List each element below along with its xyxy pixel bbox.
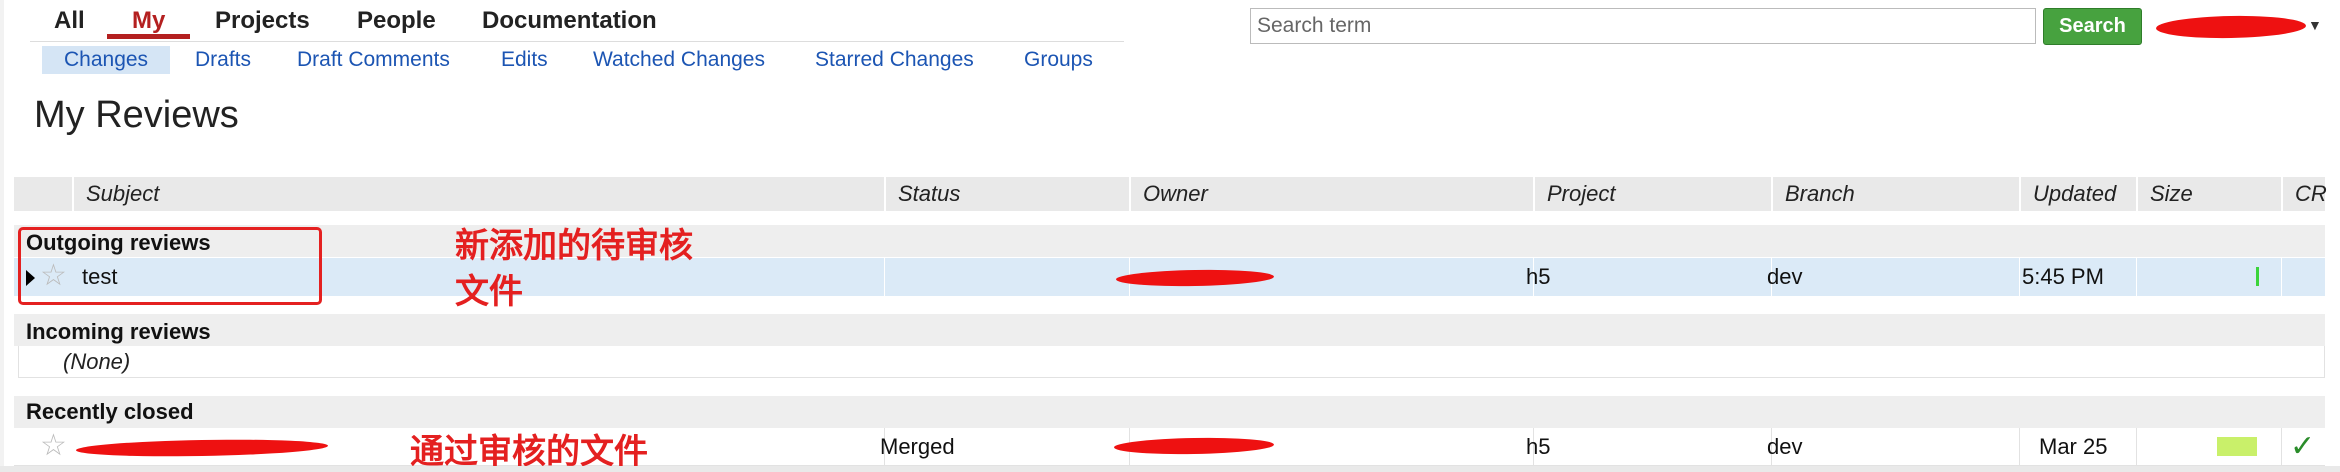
redacted-owner[interactable] <box>1113 436 1275 456</box>
size-indicator <box>2217 437 2257 456</box>
table-row[interactable]: ☆ test h5 dev 5:45 PM <box>14 258 2325 296</box>
top-tab-people[interactable]: People <box>357 6 436 36</box>
top-tab-projects[interactable]: Projects <box>215 6 310 36</box>
star-outline-icon[interactable]: ☆ <box>40 428 67 464</box>
annotation-highlight-box <box>18 227 322 305</box>
sub-tab-watched-changes[interactable]: Watched Changes <box>593 46 765 74</box>
search-input[interactable] <box>1250 8 2036 44</box>
change-status: Merged <box>880 434 955 459</box>
annotation-new-pending-line2: 文件 <box>455 272 523 312</box>
column-header-cr[interactable]: CR <box>2281 177 2327 211</box>
change-branch[interactable]: dev <box>1767 258 1802 296</box>
column-header-size[interactable]: Size <box>2136 177 2281 211</box>
sub-tab-draft-comments[interactable]: Draft Comments <box>297 46 450 74</box>
active-tab-indicator <box>107 34 190 39</box>
column-header-branch[interactable]: Branch <box>1771 177 2019 211</box>
window-left-edge <box>0 0 4 472</box>
change-branch[interactable]: dev <box>1767 428 1802 466</box>
incoming-empty-row: (None) <box>18 346 2325 378</box>
sub-tab-drafts[interactable]: Drafts <box>195 46 251 74</box>
chevron-down-icon[interactable]: ▼ <box>2308 17 2322 33</box>
top-tab-documentation[interactable]: Documentation <box>482 6 657 36</box>
sub-tab-groups[interactable]: Groups <box>1024 46 1093 74</box>
change-project[interactable]: h5 <box>1526 428 1550 466</box>
top-tab-all[interactable]: All <box>54 6 85 36</box>
size-indicator <box>2256 267 2259 286</box>
column-header-star <box>14 177 72 211</box>
change-project[interactable]: h5 <box>1526 258 1550 296</box>
annotation-approved: 通过审核的文件 <box>410 432 648 472</box>
horizontal-scrollbar[interactable] <box>0 466 2340 472</box>
section-title-recently-closed: Recently closed <box>26 399 194 424</box>
redacted-subject[interactable] <box>75 437 329 459</box>
page-title: My Reviews <box>34 94 239 136</box>
section-header-recently-closed <box>14 396 2325 428</box>
empty-placeholder: (None) <box>63 349 131 374</box>
sub-tab-changes[interactable]: Changes <box>42 46 171 74</box>
section-header-outgoing <box>14 225 2325 257</box>
check-icon: ✓ <box>2290 430 2316 463</box>
table-header: Subject Status Owner Project Branch Upda… <box>14 177 2327 211</box>
section-title-incoming: Incoming reviews <box>26 319 211 344</box>
column-header-owner[interactable]: Owner <box>1129 177 1533 211</box>
redacted-username <box>2155 14 2307 40</box>
table-row[interactable]: ☆ Merged h5 dev Mar 25 ✓ <box>14 428 2325 466</box>
column-header-status[interactable]: Status <box>884 177 1129 211</box>
column-header-updated[interactable]: Updated <box>2019 177 2136 211</box>
column-header-project[interactable]: Project <box>1533 177 1771 211</box>
change-updated: 5:45 PM <box>2022 264 2104 289</box>
top-tab-my[interactable]: My <box>132 6 165 36</box>
sub-tab-edits[interactable]: Edits <box>501 46 548 74</box>
annotation-new-pending-line1: 新添加的待审核 <box>455 226 693 266</box>
search-button[interactable]: Search <box>2043 8 2142 45</box>
redacted-owner[interactable] <box>1115 268 1275 288</box>
sub-tab-starred-changes[interactable]: Starred Changes <box>815 46 974 74</box>
column-header-subject[interactable]: Subject <box>72 177 884 211</box>
section-header-incoming <box>14 314 2325 346</box>
user-account-menu[interactable] <box>2155 8 2326 44</box>
top-menu: All My Projects People Documentation <box>30 0 1124 42</box>
change-updated: Mar 25 <box>2039 434 2108 459</box>
